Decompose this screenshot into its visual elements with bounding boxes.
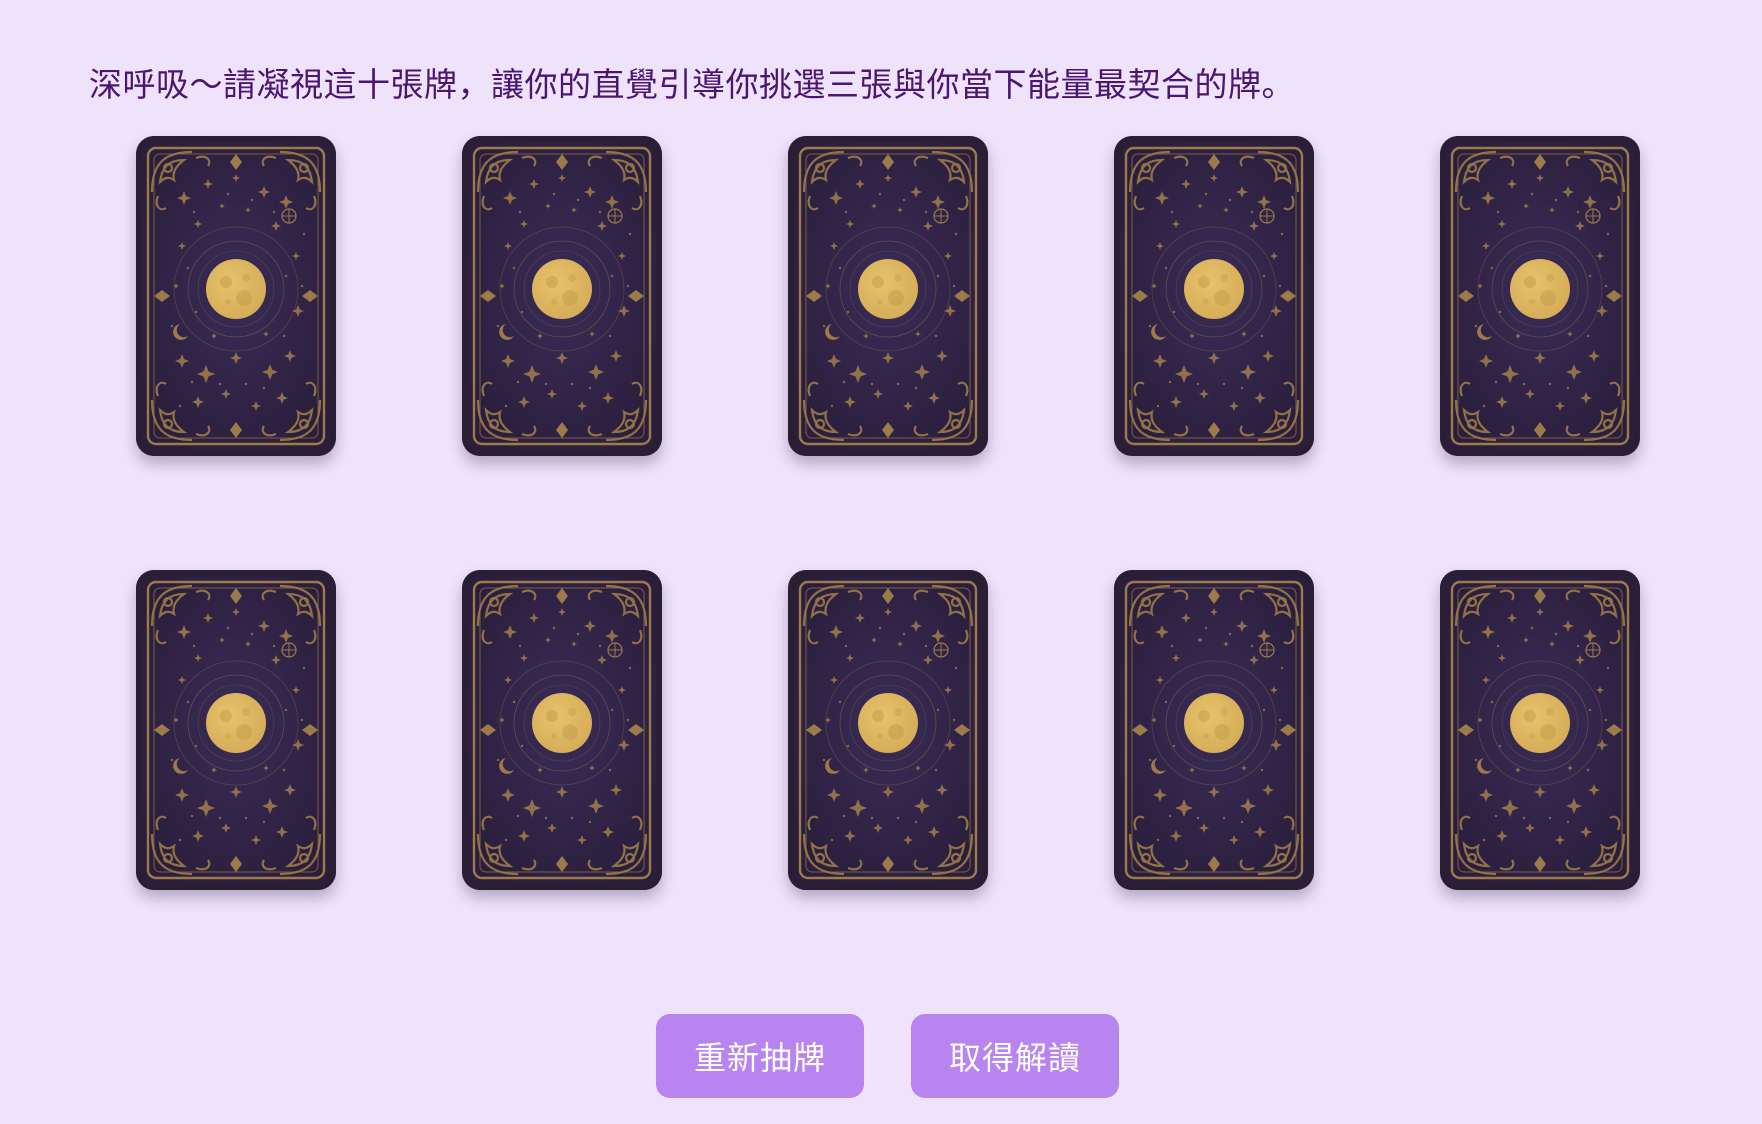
card-back-moon-icon	[1114, 136, 1314, 456]
card-back-moon-icon	[1440, 136, 1640, 456]
tarot-card-1[interactable]	[136, 136, 336, 456]
tarot-card-8[interactable]	[788, 570, 988, 890]
tarot-card-7[interactable]	[462, 570, 662, 890]
tarot-card-6[interactable]	[136, 570, 336, 890]
tarot-card-2[interactable]	[462, 136, 662, 456]
tarot-card-5[interactable]	[1440, 136, 1640, 456]
card-back-moon-icon	[136, 570, 336, 890]
card-back-moon-icon	[462, 570, 662, 890]
redraw-button[interactable]: 重新抽牌	[656, 1014, 864, 1098]
get-reading-button[interactable]: 取得解讀	[911, 1014, 1119, 1098]
card-back-moon-icon	[788, 136, 988, 456]
tarot-card-4[interactable]	[1114, 136, 1314, 456]
tarot-card-9[interactable]	[1114, 570, 1314, 890]
card-back-moon-icon	[462, 136, 662, 456]
instruction-text: 深呼吸～請凝視這十張牌，讓你的直覺引導你挑選三張與你當下能量最契合的牌。	[89, 65, 1295, 104]
card-back-moon-icon	[1440, 570, 1640, 890]
card-back-moon-icon	[1114, 570, 1314, 890]
card-back-moon-icon	[136, 136, 336, 456]
tarot-card-10[interactable]	[1440, 570, 1640, 890]
card-back-moon-icon	[788, 570, 988, 890]
tarot-card-3[interactable]	[788, 136, 988, 456]
